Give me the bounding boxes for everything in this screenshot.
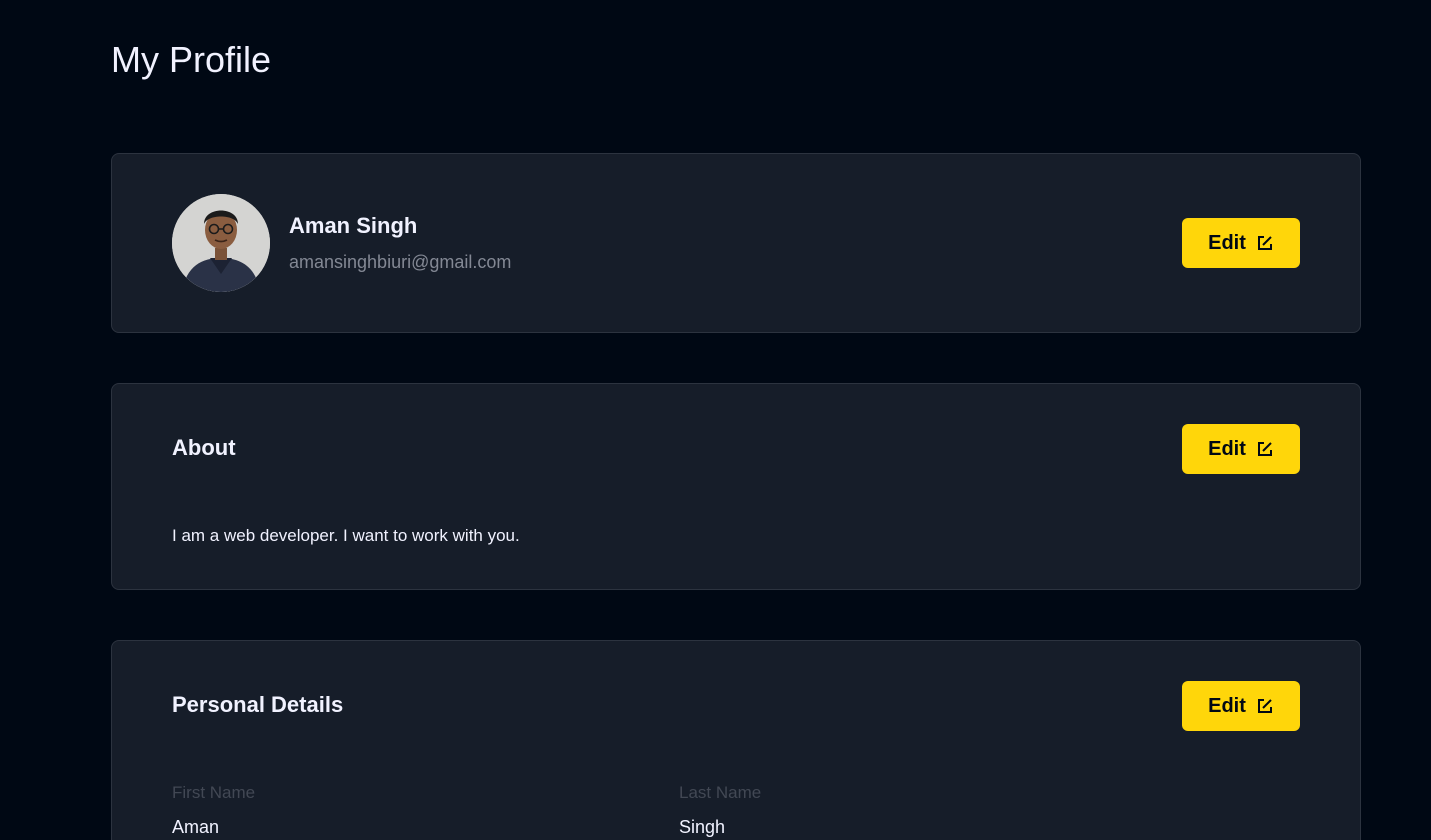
profile-email: amansinghbiuri@gmail.com	[289, 252, 512, 272]
about-title: About	[172, 435, 236, 460]
edit-button-label: Edit	[1208, 437, 1246, 460]
profile-card: Aman Singh amansinghbiuri@gmail.com Edit	[111, 153, 1361, 333]
first-name-value: Aman	[172, 817, 220, 837]
edit-button-label: Edit	[1208, 231, 1246, 254]
edit-personal-details-button[interactable]: Edit	[1182, 681, 1300, 731]
edit-profile-button[interactable]: Edit	[1182, 218, 1300, 268]
avatar-image	[172, 194, 270, 292]
personal-details-title: Personal Details	[172, 692, 344, 717]
last-name-field: Last Name Singh	[679, 783, 761, 837]
edit-about-button[interactable]: Edit	[1182, 424, 1300, 474]
first-name-field: First Name Aman	[172, 783, 255, 837]
page-title: My Profile	[111, 39, 272, 80]
about-text: I am a web developer. I want to work wit…	[172, 526, 520, 545]
edit-icon	[1257, 236, 1272, 250]
personal-details-card: Personal Details Edit First Name Aman La…	[111, 640, 1361, 840]
about-card: About Edit I am a web developer. I want …	[111, 383, 1361, 590]
first-name-label: First Name	[172, 783, 256, 802]
avatar[interactable]	[172, 194, 270, 292]
edit-icon	[1257, 442, 1272, 456]
profile-name: Aman Singh	[289, 213, 418, 238]
last-name-label: Last Name	[679, 783, 762, 802]
profile-page: My Profile Aman Singh amansinghbiuri@gma…	[0, 0, 1431, 840]
last-name-value: Singh	[679, 817, 726, 837]
edit-icon	[1257, 699, 1272, 713]
edit-button-label: Edit	[1208, 694, 1246, 717]
